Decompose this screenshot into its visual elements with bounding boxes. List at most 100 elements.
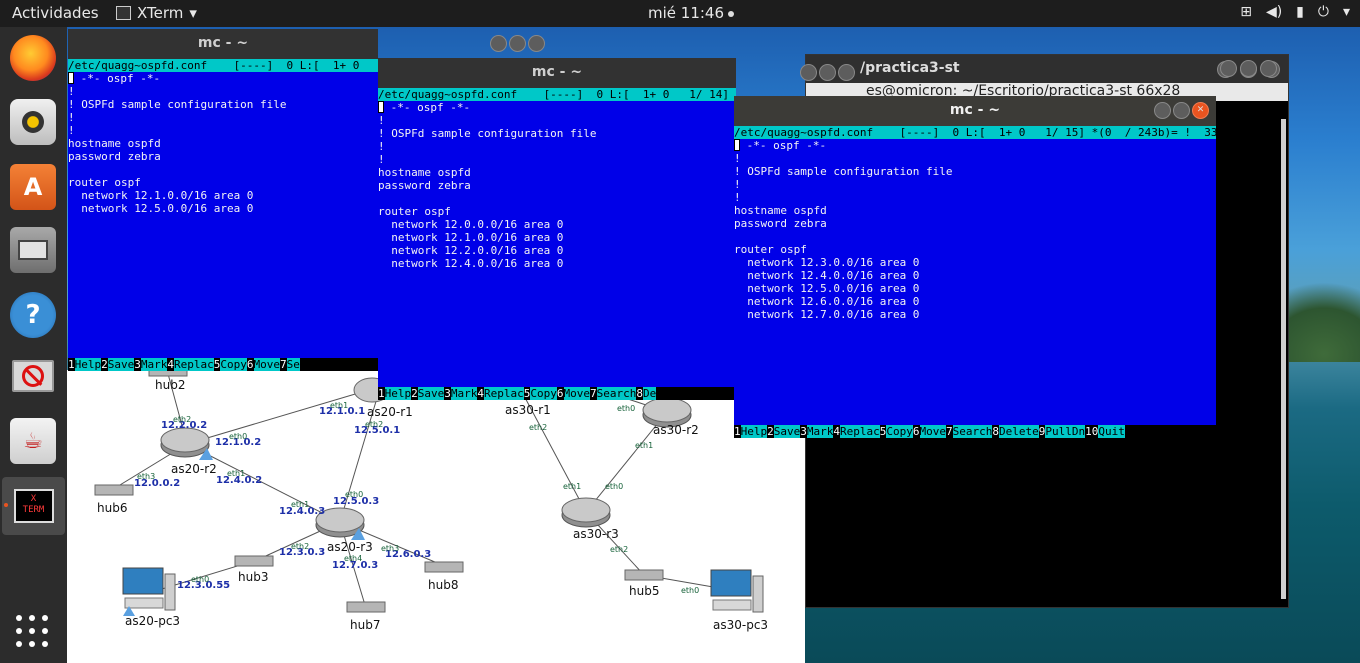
node-hub7[interactable]: hub7 (350, 618, 380, 632)
node-hub5[interactable]: hub5 (629, 584, 659, 598)
mc1-close-button[interactable] (528, 35, 545, 52)
fkey-help[interactable]: 1 Help (734, 425, 768, 438)
node-as20-r2[interactable]: as20-r2 (171, 462, 217, 476)
mc-window-1-titlebar[interactable]: mc - ~ (68, 29, 378, 59)
fkey-search[interactable]: 7 Search (590, 387, 637, 400)
fkey-replac[interactable]: 4 Replac (833, 425, 880, 438)
fkey-mark[interactable]: 3 Mark (800, 425, 834, 438)
fkey-label: Mark (140, 358, 168, 371)
mc1-minimize-button[interactable] (490, 35, 507, 52)
scrollbar[interactable] (1281, 119, 1286, 599)
maximize-button[interactable] (1173, 102, 1190, 119)
port-as30-r3-eth1: eth1 (563, 482, 582, 491)
back-maximize-button[interactable] (1240, 60, 1257, 77)
editor-line-text: ! (68, 85, 75, 98)
xterm-app-icon (116, 6, 131, 20)
mc-window-3[interactable]: mc - ~ ✕ /etc/quagg~ospfd.conf [----] 0 … (734, 96, 1216, 438)
editor-line: ! (378, 153, 736, 166)
show-applications-icon[interactable] (16, 615, 50, 649)
editor-line-text: -*- ospf -*- (384, 101, 471, 114)
node-as20-pc3[interactable]: as20-pc3 (125, 614, 180, 628)
editor-line: ! OSPFd sample configuration file (378, 127, 736, 140)
fkey-number: 5 (879, 425, 887, 438)
editor-line: network 12.1.0.0/16 area 0 (378, 231, 736, 244)
fkey-help[interactable]: 1 Help (68, 358, 102, 371)
mc-function-keys: 1 Help 2 Save 3 Mark 4 Replac 5 Copy 6 Move 7 Se (68, 358, 378, 371)
mc2-close-button[interactable] (838, 64, 855, 81)
back-minimize-button[interactable] (1220, 60, 1237, 77)
fkey-save[interactable]: 2 Save (101, 358, 135, 371)
fkey-search[interactable]: 7 Search (946, 425, 993, 438)
node-as30-r3[interactable]: as30-r3 (573, 527, 619, 541)
fkey-help[interactable]: 1 Help (378, 387, 412, 400)
close-button[interactable]: ✕ (1192, 102, 1209, 119)
fkey-pulldn[interactable]: 9 PullDn (1038, 425, 1086, 438)
editor-line: password zebra (68, 150, 378, 163)
fkey-save[interactable]: 2 Save (411, 387, 445, 400)
help-icon[interactable]: ? (10, 292, 56, 338)
fkey-number: 2 (767, 425, 774, 438)
node-as30-r2[interactable]: as30-r2 (653, 423, 699, 437)
fkey-copy[interactable]: 5 Copy (213, 358, 247, 371)
mc2-minimize-button[interactable] (800, 64, 817, 81)
fkey-quit[interactable]: 10 Quit (1085, 425, 1125, 438)
back-close-button[interactable] (1260, 60, 1277, 77)
mc-window-2[interactable]: mc - ~ /etc/quagg~ospfd.conf [----] 0 L:… (378, 58, 736, 400)
mc-editor-text[interactable]: -*- ospf -*-!! OSPFd sample configuratio… (378, 101, 736, 270)
mc-editor-text[interactable]: -*- ospf -*-!! OSPFd sample configuratio… (734, 139, 1216, 321)
mc-editor-text[interactable]: -*- ospf -*-!! OSPFd sample configuratio… (68, 72, 378, 215)
editor-line-text: hostname ospfd (68, 137, 161, 150)
files-icon[interactable] (10, 227, 56, 273)
node-hub2[interactable]: hub2 (155, 378, 185, 392)
rhythmbox-icon[interactable] (10, 99, 56, 145)
fkey-mark[interactable]: 3 Mark (134, 358, 168, 371)
fkey-replac[interactable]: 4 Replac (477, 387, 524, 400)
volume-icon: ◀) (1265, 4, 1283, 20)
system-tray[interactable]: ⊞ ◀) ▮ ⏻ ▾ (1240, 4, 1350, 20)
port-r2-eth3: eth3 (137, 472, 156, 481)
fkey-move[interactable]: 6 Move (246, 358, 280, 371)
activities-button[interactable]: Actividades (12, 4, 99, 22)
fkey-move[interactable]: 6 Move (556, 387, 590, 400)
fkey-label: Copy (530, 387, 557, 400)
fkey-de[interactable]: 8 De (636, 387, 657, 400)
editor-line-text: hostname ospfd (734, 204, 827, 217)
fkey-replac[interactable]: 4 Replac (167, 358, 214, 371)
java-icon[interactable]: ☕ (10, 418, 56, 464)
mc-window-3-titlebar[interactable]: mc - ~ (734, 96, 1216, 126)
editor-line-text: password zebra (734, 217, 827, 230)
editor-line: ! (378, 140, 736, 153)
fkey-copy[interactable]: 5 Copy (523, 387, 557, 400)
firefox-icon[interactable] (10, 35, 56, 81)
fkey-save[interactable]: 2 Save (767, 425, 801, 438)
background-terminal-title[interactable]: /practica3-st (806, 55, 1288, 83)
software-center-icon[interactable]: A (10, 164, 56, 210)
fkey-delete[interactable]: 8 Delete (992, 425, 1039, 438)
blocked-app-icon[interactable] (12, 360, 54, 392)
node-hub6[interactable]: hub6 (97, 501, 127, 515)
mc1-maximize-button[interactable] (509, 35, 526, 52)
fkey-copy[interactable]: 5 Copy (879, 425, 913, 438)
mc-window-2-titlebar[interactable]: mc - ~ (378, 58, 736, 88)
minimize-button[interactable] (1154, 102, 1171, 119)
node-as30-pc3[interactable]: as30-pc3 (713, 618, 768, 632)
node-hub3[interactable]: hub3 (238, 570, 268, 584)
fkey-se[interactable]: 7 Se (280, 358, 300, 371)
mc-window-1[interactable]: mc - ~ /etc/quagg~ospfd.conf [----] 0 L:… (68, 29, 378, 371)
fkey-mark[interactable]: 3 Mark (444, 387, 478, 400)
node-as20-r3[interactable]: as20-r3 (327, 540, 373, 554)
fkey-number: 6 (556, 387, 564, 400)
node-hub8[interactable]: hub8 (428, 578, 458, 592)
fkey-move[interactable]: 6 Move (912, 425, 946, 438)
node-as30-r1[interactable]: as30-r1 (505, 403, 551, 417)
app-menu[interactable]: XTerm ▾ (116, 4, 197, 22)
xterm-icon-term: TERM (22, 505, 45, 515)
clock[interactable]: mié 11:46 (648, 4, 735, 22)
xterm-icon-x: X (30, 494, 37, 504)
fkey-label: Copy (886, 425, 913, 438)
xterm-icon[interactable]: X TERM (2, 477, 65, 535)
node-as20-r1[interactable]: as20-r1 (367, 405, 413, 419)
network-topology-canvas[interactable]: hub2 as20-r1 as20-r2 as20-r3 hub6 hub3 h… (67, 370, 805, 663)
editor-line-text: ! OSPFd sample configuration file (378, 127, 597, 140)
mc2-maximize-button[interactable] (819, 64, 836, 81)
